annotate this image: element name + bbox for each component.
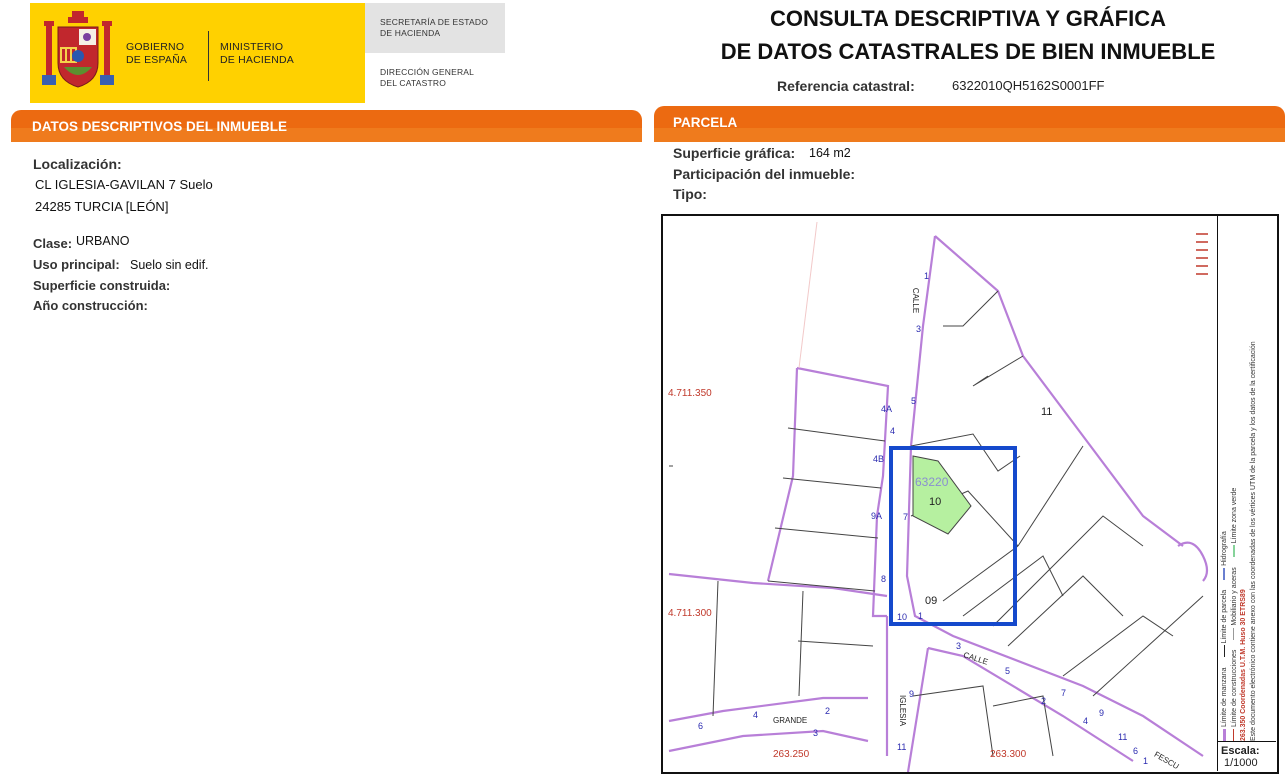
street-calle-top: CALLE [911, 287, 921, 314]
legend-row-2: Límite de construcciones Mobiliario y ac… [1230, 216, 1240, 741]
house-number: 3 [956, 641, 962, 651]
north-stamp-icon [1196, 233, 1208, 275]
house-number: 6 [1133, 746, 1139, 756]
ministry-line-1: MINISTERIO [220, 41, 284, 53]
legend-zona-verde: Límite zona verde [1230, 488, 1240, 558]
legend-construcciones: Límite de construcciones [1230, 650, 1240, 741]
house-number: 11 [1118, 732, 1128, 742]
house-number: 4 [1083, 716, 1089, 726]
legend-rotated: Límite de manzana Límite de parcela Hidr… [1220, 216, 1276, 741]
house-number: 9 [1099, 708, 1105, 718]
legend-hidrografia: Hidrografía [1220, 531, 1230, 580]
logo-divider [208, 31, 209, 81]
catastro-logo-panel: SECRETARÍA DE ESTADO DE HACIENDA DIRECCI… [365, 3, 505, 103]
house-number: 11 [897, 742, 907, 752]
parcel-shape [912, 455, 972, 535]
anio-construccion-label: Año construcción: [33, 298, 148, 313]
house-number: 4B [873, 454, 885, 464]
gov-line-2: DE ESPAÑA [126, 54, 188, 66]
secretaria-text: SECRETARÍA DE ESTADO DE HACIENDA [380, 17, 488, 39]
superficie-grafica-label: Superficie gráfica: [673, 145, 796, 161]
legend-note: Este documento electrónico contiene anex… [1249, 341, 1257, 741]
participacion-label: Participación del inmueble: [673, 166, 856, 182]
descriptivos-title: DATOS DESCRIPTIVOS DEL INMUEBLE [32, 119, 288, 134]
direccion-line-1: DIRECCIÓN GENERAL [380, 67, 475, 77]
gobierno-text: GOBIERNO DE ESPAÑA [126, 41, 187, 67]
legend-parcela: Límite de parcela [1220, 590, 1230, 658]
plot-11-label: 11 [1041, 406, 1053, 418]
house-number: 3 [916, 324, 922, 334]
legend-manzana: Límite de manzana [1220, 668, 1230, 741]
parcela-title: PARCELA [673, 115, 738, 130]
legend-coords: 263.350 Coordenadas U.T.M. Huso 30 ETRS8… [1240, 589, 1247, 741]
address-line-2: 24285 TURCIA [LEÓN] [35, 199, 169, 214]
secretaria-line-2: DE HACIENDA [380, 28, 441, 38]
legend-row-1: Límite de manzana Límite de parcela Hidr… [1220, 216, 1230, 741]
uso-label: Uso principal: [33, 257, 120, 272]
parcela-header: PARCELA [654, 106, 1285, 142]
parcel-id-label: 63220 [915, 475, 949, 489]
house-number: 9 [909, 689, 915, 699]
superficie-grafica-value: 164 m2 [809, 146, 851, 160]
page-title-line-2: DE DATOS CATASTRALES DE BIEN INMUEBLE [720, 39, 1216, 64]
legend-mobiliario: Mobiliario y aceras [1230, 567, 1240, 640]
street-iglesia: IGLESIA [898, 694, 908, 727]
direccion-text: DIRECCIÓN GENERAL DEL CATASTRO [380, 67, 474, 89]
map-drawing [668, 221, 1209, 772]
page-title-line-1: CONSULTA DESCRIPTIVA Y GRÁFICA [769, 6, 1167, 31]
gov-line-1: GOBIERNO [126, 41, 185, 53]
house-number: 5 [911, 396, 917, 406]
house-number: 4 [753, 710, 759, 720]
coord-x2: 263.300 [990, 749, 1027, 760]
coat-of-arms-icon [42, 11, 114, 88]
house-number: 4 [890, 426, 896, 436]
clase-value: URBANO [76, 234, 130, 248]
house-number: 5 [1005, 666, 1011, 676]
superficie-construida-label: Superficie construida: [33, 278, 171, 293]
address-line-1: CL IGLESIA-GAVILAN 7 Suelo [35, 177, 213, 192]
scale-box: Escala: 1/1000 [1217, 741, 1276, 771]
parcel-number-label: 10 [929, 496, 942, 508]
house-number: 7 [1061, 688, 1067, 698]
tipo-label: Tipo: [673, 186, 707, 202]
coord-y1: 4.711.350 [668, 388, 712, 399]
house-number: 9A [871, 511, 883, 521]
coord-x1: 263.250 [773, 749, 810, 760]
house-number: 3 [813, 728, 819, 738]
house-number: 6 [698, 721, 704, 731]
parcel-09-label: 09 [925, 595, 938, 607]
scale-value: 1/1000 [1224, 757, 1258, 769]
house-number: 7 [903, 512, 909, 522]
cadastral-map[interactable]: 4.711.350 4.711.300 263.250 263.300 6322… [661, 214, 1279, 774]
house-number: 8 [881, 574, 887, 584]
clase-label: Clase: [33, 236, 73, 251]
secretaria-line-1: SECRETARÍA DE ESTADO [380, 17, 489, 27]
house-number: 10 [897, 612, 908, 622]
map-legend: Límite de manzana Límite de parcela Hidr… [1217, 214, 1276, 741]
house-number: 2 [825, 706, 831, 716]
house-number: 4A [881, 404, 893, 414]
descriptivos-header: DATOS DESCRIPTIVOS DEL INMUEBLE [11, 110, 642, 142]
scale-label: Escala: [1221, 745, 1260, 757]
ministry-line-2: DE HACIENDA [220, 54, 294, 66]
ref-catastral-label: Referencia catastral: [777, 78, 915, 94]
direccion-line-2: DEL CATASTRO [380, 78, 447, 88]
street-grande: GRANDE [773, 716, 808, 725]
house-number: 1 [918, 611, 924, 621]
uso-value: Suelo sin edif. [130, 258, 209, 272]
house-number: 1 [924, 271, 930, 281]
ref-catastral-value: 6322010QH5162S0001FF [952, 78, 1105, 93]
localizacion-label: Localización: [33, 156, 122, 172]
ministerio-text: MINISTERIO DE HACIENDA [220, 41, 294, 67]
house-number: 2 [1041, 696, 1047, 706]
house-number: 1 [1143, 756, 1149, 766]
coord-y2: 4.711.300 [668, 608, 712, 619]
gobierno-logo-panel: GOBIERNO DE ESPAÑA MINISTERIO DE HACIEND… [30, 3, 365, 103]
